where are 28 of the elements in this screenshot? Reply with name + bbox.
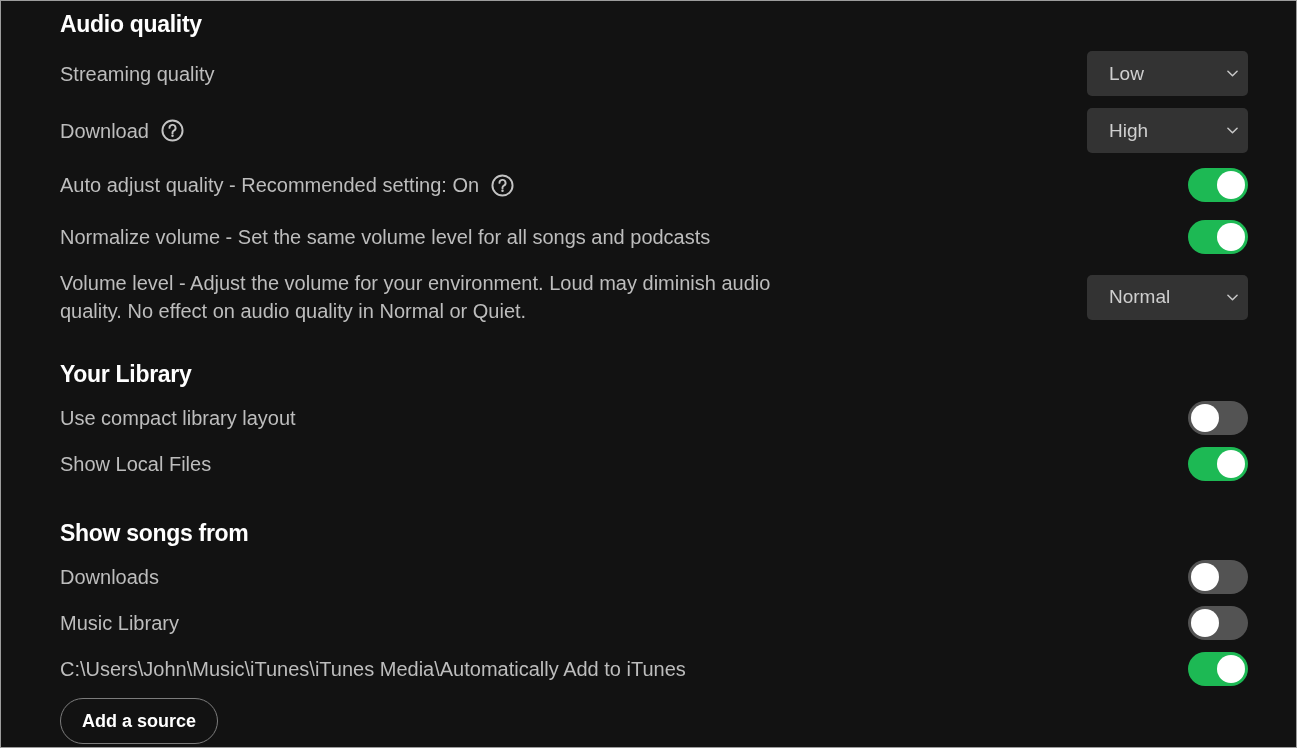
toggle-switch[interactable] (1188, 606, 1248, 640)
setting-label: Music Library (60, 611, 179, 636)
toggle-switch[interactable] (1188, 401, 1248, 435)
setting-label: Downloads (60, 565, 159, 590)
section-heading: Show songs from (60, 519, 250, 548)
setting-label: Streaming quality (60, 61, 215, 87)
chevron-down-icon (1227, 127, 1238, 134)
chevron-down-icon (1227, 293, 1238, 301)
toggle-switch[interactable] (1188, 652, 1248, 686)
select-dropdown[interactable]: Normal (1087, 274, 1248, 320)
setting-label: Auto adjust quality - Recommended setting: On (60, 173, 480, 198)
help-icon[interactable] (491, 173, 515, 197)
setting-label: C:\Users\John\Music\iTunes\iTunes Media\Automatically Add to iTunes (60, 657, 686, 682)
section-heading: Audio quality (60, 10, 203, 39)
toggle-switch[interactable] (1188, 168, 1248, 202)
section-heading: Your Library (60, 360, 193, 389)
select-dropdown[interactable]: Low (1087, 51, 1248, 96)
setting-label: Download (60, 118, 149, 144)
setting-label: Volume level - Adjust the volume for your environment. Loud may diminish audio quality. No effect on audio quality in Normal or Quiet. (60, 271, 772, 324)
toggle-switch[interactable] (1188, 560, 1248, 594)
toggle-switch[interactable] (1188, 447, 1248, 481)
chevron-down-icon (1227, 70, 1238, 77)
help-icon[interactable] (160, 119, 184, 142)
toggle-switch[interactable] (1188, 220, 1248, 254)
setting-label: Normalize volume - Set the same volume level for all songs and podcasts (60, 225, 711, 250)
setting-label: Use compact library layout (60, 406, 296, 431)
select-dropdown[interactable]: High (1087, 108, 1248, 153)
setting-label: Show Local Files (60, 452, 212, 477)
